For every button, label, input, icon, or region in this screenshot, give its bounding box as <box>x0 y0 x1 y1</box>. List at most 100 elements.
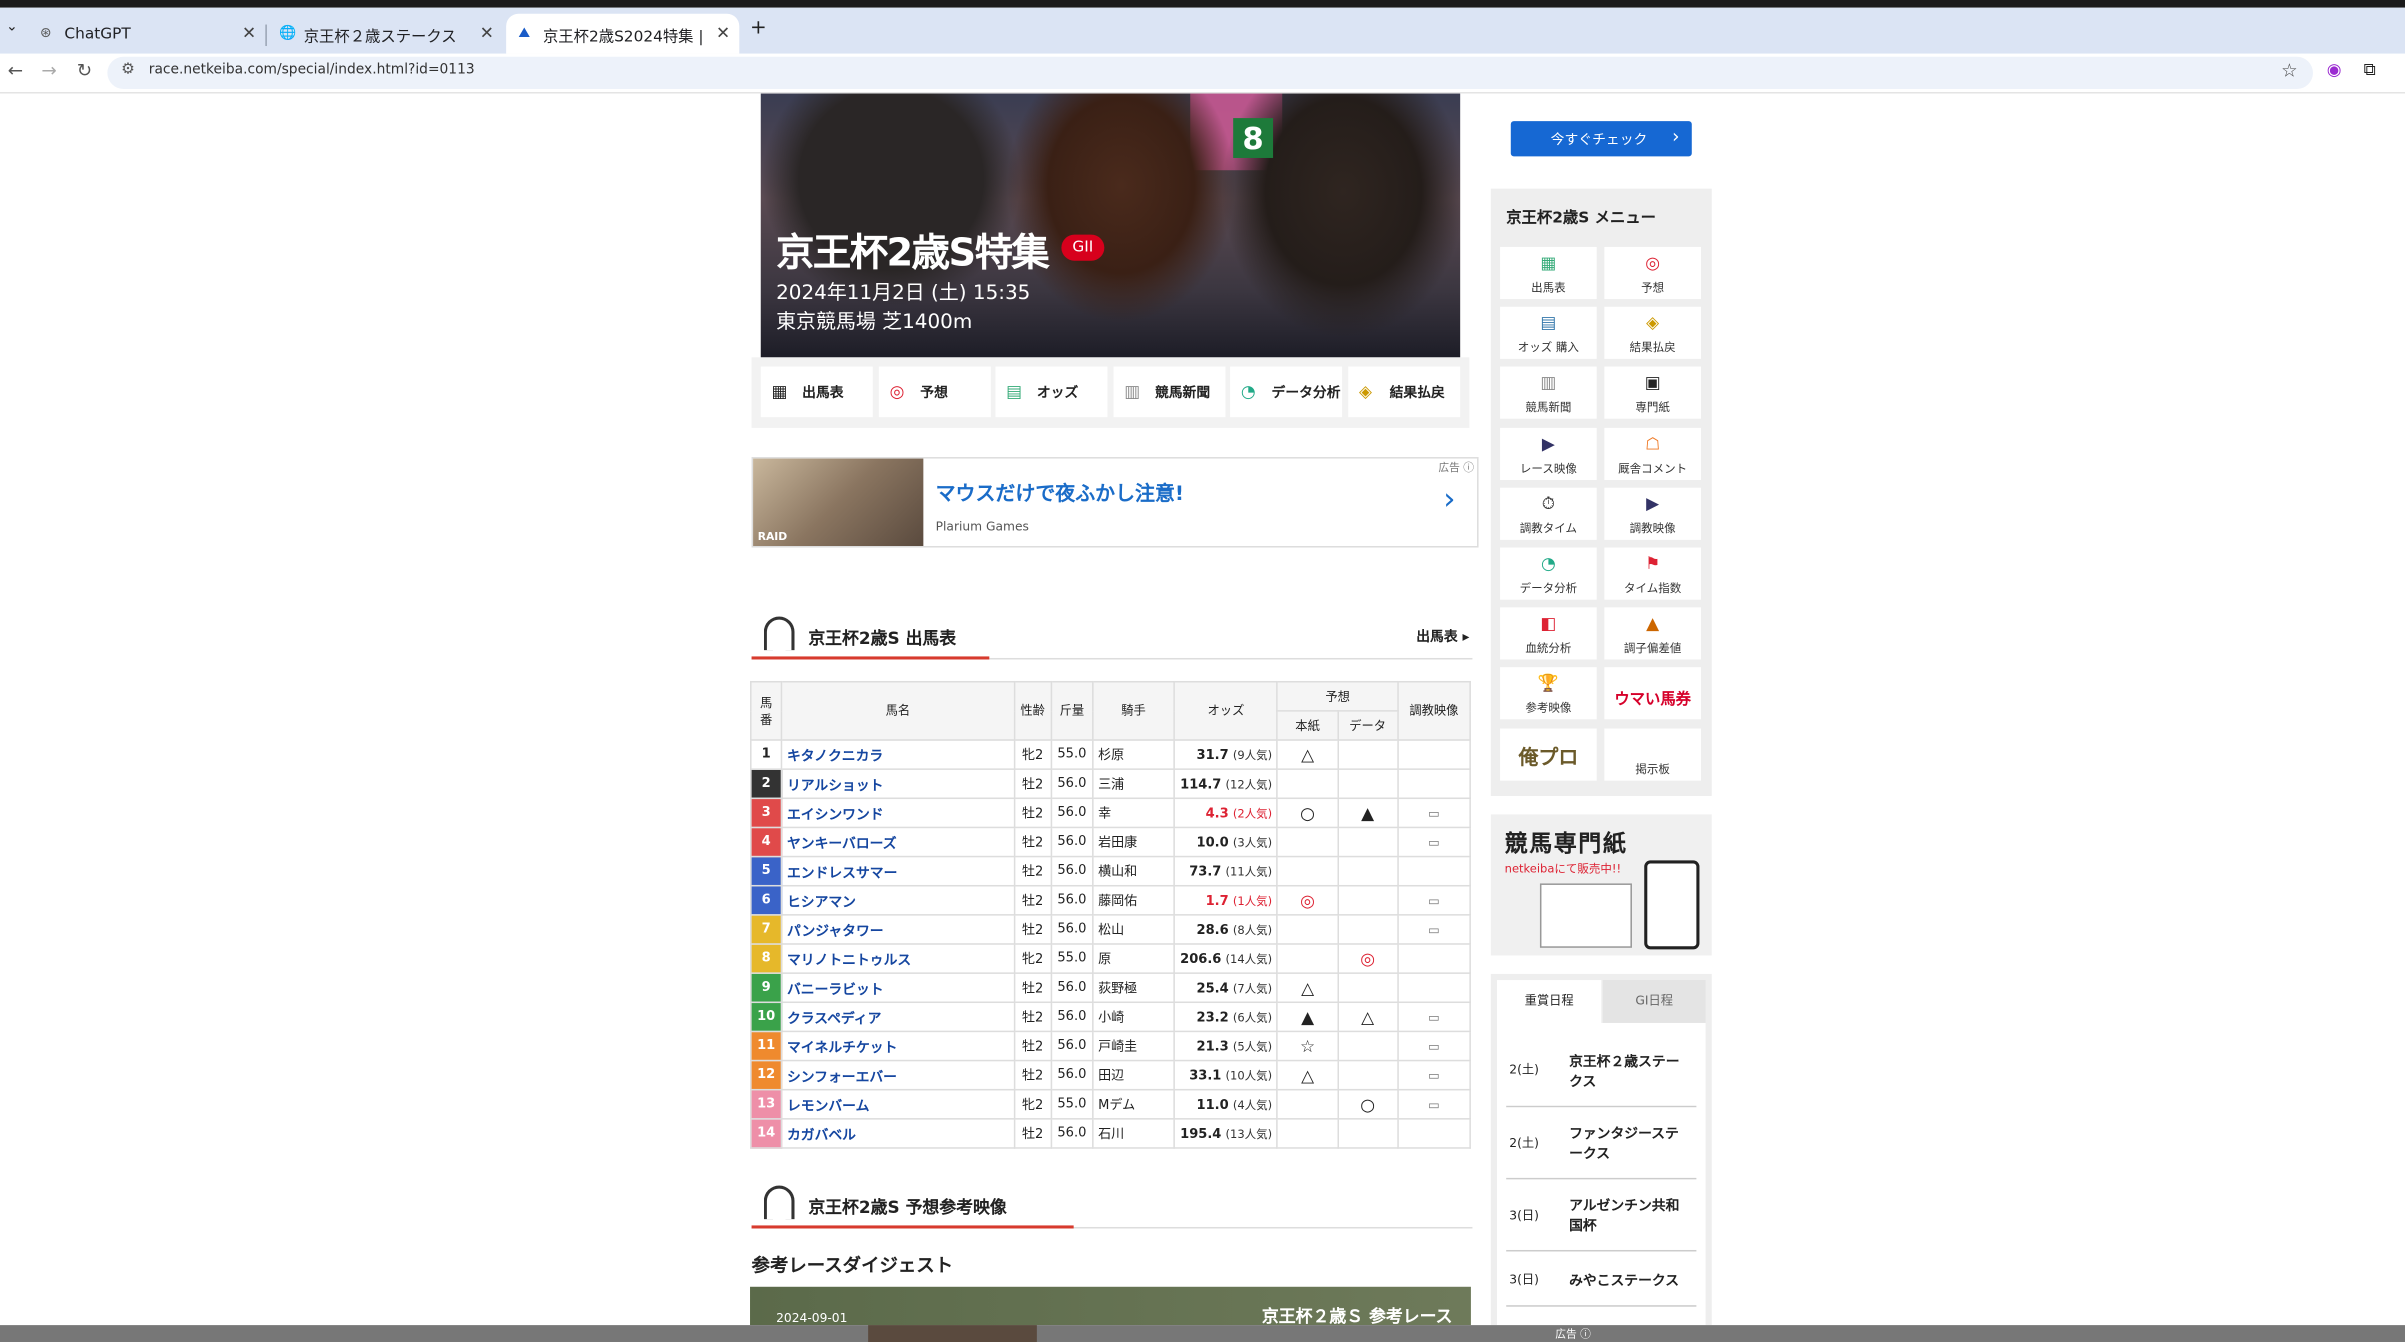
data-mark <box>1336 855 1399 887</box>
tab-shutuba[interactable]: ▦ 出馬表 <box>760 366 873 418</box>
data-mark <box>1336 739 1399 770</box>
table-row: 6 ヒシアマン 牡2 56.0 藤岡佑 1.7 (1人気) ◎ ▭ <box>750 884 1471 916</box>
training-video-icon[interactable] <box>1396 855 1471 887</box>
extensions-puzzle-icon[interactable]: ⧉ <box>2364 60 2376 81</box>
ad-banner[interactable]: RAID マウスだけで夜ふかし注意! Plarium Games › 広告 ⓘ <box>751 457 1479 548</box>
bookmark-star-icon[interactable]: ☆ <box>2281 60 2298 81</box>
training-video-icon[interactable]: ▭ <box>1396 826 1471 858</box>
tab-results[interactable]: ◈ 結果払戻 <box>1348 366 1461 418</box>
sex-age: 牡2 <box>1013 914 1052 945</box>
tab-keio-hai[interactable]: 🌐 京王杯２歳ステークス ✕ <box>267 14 503 54</box>
newspaper-ad[interactable]: 競馬専門紙 netkeibaにて販売中!! <box>1490 814 1712 956</box>
menu-item-11[interactable]: ◔ データ分析 <box>1500 547 1597 600</box>
menu-item-4[interactable]: ◈ 結果払戻 <box>1604 307 1701 360</box>
menu-item-3[interactable]: ▤ オッズ 購入 <box>1500 307 1597 360</box>
horse-name-link[interactable]: マイネルチケット <box>780 1030 1015 1062</box>
training-video-icon[interactable]: ▭ <box>1396 1088 1471 1120</box>
table-row: 9 バニーラビット 牡2 56.0 荻野極 25.4 (7人気) △ <box>750 972 1471 1004</box>
horse-name-link[interactable]: エイシンワンド <box>780 797 1015 829</box>
horse-name-link[interactable]: マリノトニトゥルス <box>780 943 1015 974</box>
menu-item-icon: ☖ <box>1645 433 1661 454</box>
menu-item-14[interactable]: ▲ 調子偏差値 <box>1604 607 1701 660</box>
menu-item-13[interactable]: ◧ 血統分析 <box>1500 607 1597 660</box>
close-tab-icon[interactable]: ✕ <box>242 23 256 43</box>
chevron-right-icon[interactable]: › <box>1443 480 1455 517</box>
browser-tab-bar: ⌄ ⊛ ChatGPT ✕ 🌐 京王杯２歳ステークス ✕ ⛰ 京王杯2歳S202… <box>0 7 2405 54</box>
tab-chatgpt[interactable]: ⊛ ChatGPT ✕ <box>28 14 266 54</box>
back-arrow-icon[interactable]: ← <box>8 60 23 81</box>
weight: 56.0 <box>1050 1059 1094 1091</box>
paper-mark: △ <box>1276 1059 1339 1091</box>
url-field[interactable]: ⚙ race.netkeiba.com/special/index.html?i… <box>107 56 2313 89</box>
horse-name-link[interactable]: エンドレスサマー <box>780 855 1015 887</box>
training-video-icon[interactable] <box>1396 943 1471 974</box>
menu-item-8[interactable]: ☖ 厩舎コメント <box>1604 427 1701 480</box>
menu-item-15[interactable]: 🏆 参考映像 <box>1500 667 1597 720</box>
weight: 56.0 <box>1050 914 1094 945</box>
menu-item-2[interactable]: ◎ 予想 <box>1604 246 1701 300</box>
menu-item-10[interactable]: ▶ 調教映像 <box>1604 487 1701 540</box>
menu-item-5[interactable]: ▥ 競馬新聞 <box>1500 367 1597 420</box>
site-info-icon[interactable]: ⚙ <box>121 61 135 78</box>
horse-name-link[interactable]: キタノクニカラ <box>780 739 1015 770</box>
horse-name-link[interactable]: リアルショット <box>780 768 1015 800</box>
tab-gi-schedule[interactable]: GI日程 <box>1602 980 1706 1023</box>
schedule-row[interactable]: 2(土) ファンタジーステークス <box>1506 1107 1697 1180</box>
training-video-icon[interactable]: ▭ <box>1396 1001 1471 1033</box>
horse-name-link[interactable]: シンフォーエバー <box>780 1059 1015 1091</box>
training-video-icon[interactable]: ▭ <box>1396 1059 1471 1091</box>
horseshoe-icon <box>763 616 795 651</box>
ad-headline[interactable]: マウスだけで夜ふかし注意! <box>936 477 1184 506</box>
new-tab-plus-icon[interactable]: + <box>750 17 767 40</box>
forward-arrow-icon[interactable]: → <box>41 60 56 81</box>
reference-race-banner[interactable]: 2024-09-01 京王杯２歳Ｓ 参考レース <box>750 1286 1471 1326</box>
close-tab-icon[interactable]: ✕ <box>480 23 494 43</box>
tab-list-chevron-icon[interactable]: ⌄ <box>6 20 18 35</box>
horse-name-link[interactable]: ヒシアマン <box>780 884 1015 916</box>
horse-number: 5 <box>750 855 783 887</box>
horse-name-link[interactable]: カガバベル <box>780 1118 1015 1149</box>
sex-age: 牡2 <box>1013 972 1052 1004</box>
tab-prediction[interactable]: ◎ 予想 <box>878 366 991 418</box>
extension-icon[interactable]: ◉ <box>2327 60 2342 80</box>
menu-item-16[interactable]: ウマい馬券 <box>1604 667 1701 720</box>
horse-name-link[interactable]: バニーラビット <box>780 972 1015 1004</box>
horse-name-link[interactable]: レモンバーム <box>780 1088 1015 1120</box>
menu-item-17[interactable]: 俺プロ <box>1500 727 1597 781</box>
tab-odds[interactable]: ▤ オッズ <box>995 366 1108 418</box>
bottom-ad-bar[interactable]: 広告 ⓘ <box>0 1325 2405 1342</box>
schedule-row[interactable]: 3(日) みやこステークス <box>1506 1251 1697 1307</box>
horse-number: 7 <box>750 914 783 945</box>
entries-more-link[interactable]: 出馬表 ▸ <box>1416 626 1469 645</box>
newspaper-icon: ▥ <box>1124 381 1141 402</box>
training-video-icon[interactable]: ▭ <box>1396 914 1471 945</box>
menu-item-7[interactable]: ▶ レース映像 <box>1500 427 1597 480</box>
horse-name-link[interactable]: パンジャタワー <box>780 914 1015 945</box>
menu-item-9[interactable]: ⏱ 調教タイム <box>1500 487 1597 540</box>
paper-mark: ☆ <box>1276 1030 1339 1062</box>
training-video-icon[interactable] <box>1396 768 1471 800</box>
menu-item-12[interactable]: ⚑ タイム指数 <box>1604 547 1701 600</box>
tab-graded-schedule[interactable]: 重賞日程 <box>1496 980 1602 1023</box>
schedule-row[interactable]: 2(土) 京王杯２歳ステークス <box>1506 1035 1697 1108</box>
horse-name-link[interactable]: クラスペディア <box>780 1001 1015 1033</box>
training-video-icon[interactable]: ▭ <box>1396 1030 1471 1062</box>
menu-item-6[interactable]: ▣ 専門紙 <box>1604 367 1701 420</box>
menu-item-1[interactable]: ▦ 出馬表 <box>1500 246 1597 300</box>
reload-icon[interactable]: ↻ <box>77 60 92 81</box>
tab-netkeiba-special[interactable]: ⛰ 京王杯2歳S2024特集 | ne ✕ <box>506 13 740 54</box>
weight: 55.0 <box>1050 739 1094 770</box>
training-video-icon[interactable] <box>1396 1118 1471 1149</box>
menu-item-18[interactable]: 掲示板 <box>1604 727 1701 781</box>
training-video-icon[interactable] <box>1396 972 1471 1004</box>
horse-name-link[interactable]: ヤンキーバローズ <box>780 826 1015 858</box>
check-now-button[interactable]: 今すぐチェック › <box>1510 121 1692 157</box>
training-video-icon[interactable]: ▭ <box>1396 797 1471 829</box>
training-video-icon[interactable]: ▭ <box>1396 884 1471 916</box>
paper-mark: ◎ <box>1276 884 1339 916</box>
training-video-icon[interactable] <box>1396 739 1471 770</box>
tab-data-analysis[interactable]: ◔ データ分析 <box>1230 366 1343 418</box>
close-tab-icon[interactable]: ✕ <box>716 23 730 43</box>
tab-newspaper[interactable]: ▥ 競馬新聞 <box>1113 366 1226 418</box>
schedule-row[interactable]: 3(日) アルゼンチン共和国杯 <box>1506 1179 1697 1252</box>
